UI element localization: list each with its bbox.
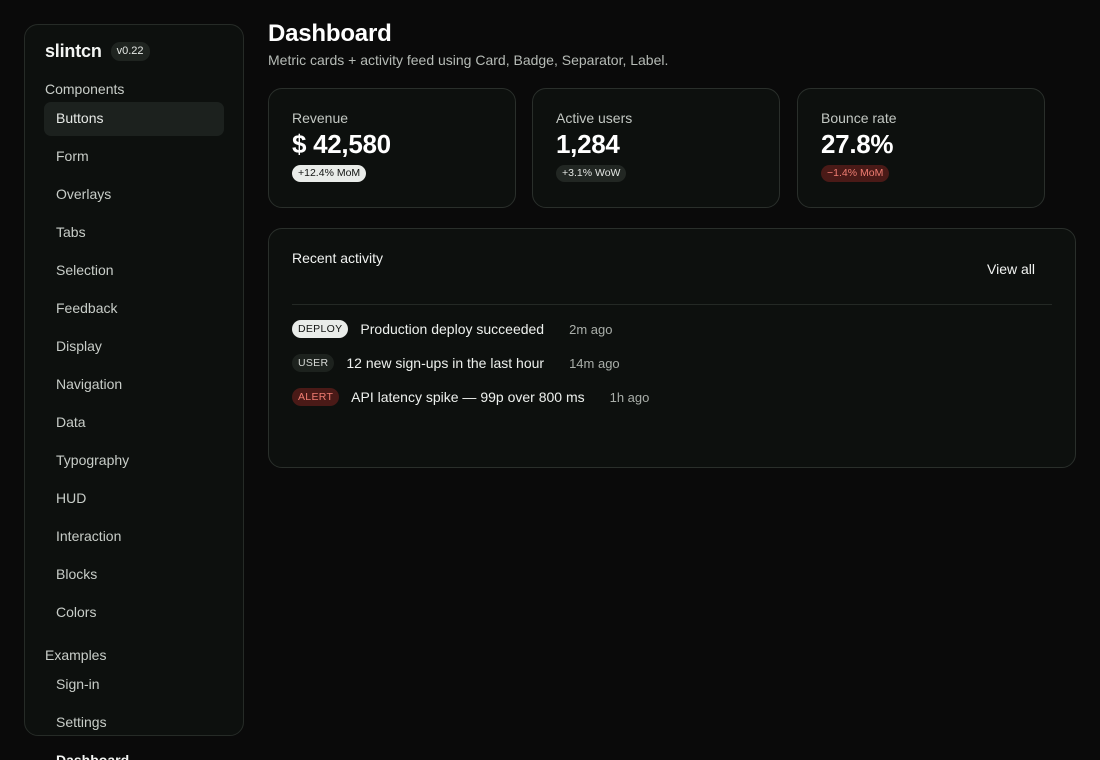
activity-tag-deploy: DEPLOY (292, 320, 349, 338)
metric-label: Bounce rate (821, 110, 897, 126)
activity-text: 12 new sign-ups in the last hour (346, 355, 545, 371)
activity-tag-user: USER (292, 354, 335, 372)
sidebar-item-blocks[interactable]: Blocks (44, 558, 224, 592)
sidebar-item-display[interactable]: Display (44, 330, 224, 364)
sidebar-item-dashboard[interactable]: Dashboard (44, 744, 224, 760)
brand-name: slintcn (45, 41, 102, 61)
sidebar-item-selection[interactable]: Selection (44, 254, 224, 288)
view-all-button[interactable]: View all (987, 261, 1035, 277)
metric-label: Revenue (292, 110, 349, 126)
sidebar-item-hud[interactable]: HUD (44, 482, 224, 516)
metric-card-bounce-rate: Bounce rate 27.8% −1.4% MoM (797, 88, 1045, 208)
version-badge: v0.22 (110, 42, 150, 61)
sidebar-item-settings[interactable]: Settings (44, 706, 224, 740)
activity-item: USER 12 new sign-ups in the last hour 14… (292, 354, 620, 372)
brand: slintcn v0.22 (45, 41, 150, 62)
metric-change-badge: +12.4% MoM (292, 165, 367, 182)
separator (292, 304, 1052, 305)
activity-text: API latency spike — 99p over 800 ms (351, 389, 585, 405)
activity-time: 2m ago (569, 321, 613, 337)
sidebar-item-form[interactable]: Form (44, 140, 224, 174)
metric-change-badge: −1.4% MoM (821, 165, 890, 182)
metric-label: Active users (556, 110, 633, 126)
metric-value: 27.8% (821, 129, 894, 159)
sidebar-item-tabs[interactable]: Tabs (44, 216, 224, 250)
activity-title: Recent activity (292, 250, 384, 266)
activity-time: 14m ago (569, 355, 620, 371)
page-subtitle: Metric cards + activity feed using Card,… (268, 52, 669, 68)
activity-item: DEPLOY Production deploy succeeded 2m ag… (292, 320, 612, 338)
metric-value: $ 42,580 (292, 129, 391, 159)
metric-card-active-users: Active users 1,284 +3.1% WoW (532, 88, 780, 208)
activity-time: 1h ago (609, 389, 650, 405)
activity-item: ALERT API latency spike — 99p over 800 m… (292, 388, 649, 406)
activity-text: Production deploy succeeded (360, 321, 545, 337)
metric-card-revenue: Revenue $ 42,580 +12.4% MoM (268, 88, 516, 208)
sidebar-item-sign-in[interactable]: Sign-in (44, 668, 224, 702)
sidebar-item-navigation[interactable]: Navigation (44, 368, 224, 402)
metric-value: 1,284 (556, 129, 620, 159)
sidebar-item-typography[interactable]: Typography (44, 444, 224, 478)
metric-change-badge: +3.1% WoW (556, 165, 627, 182)
sidebar-item-interaction[interactable]: Interaction (44, 520, 224, 554)
sidebar: slintcn v0.22 Components Buttons Form Ov… (24, 24, 244, 760)
page-title: Dashboard (268, 20, 392, 47)
sidebar-item-overlays[interactable]: Overlays (44, 178, 224, 212)
section-label-components: Components (45, 81, 125, 97)
sidebar-item-colors[interactable]: Colors (44, 596, 224, 630)
activity-card: Recent activity View all DEPLOY Producti… (268, 228, 1076, 468)
sidebar-item-buttons[interactable]: Buttons (44, 102, 224, 136)
sidebar-item-data[interactable]: Data (44, 406, 224, 440)
sidebar-item-feedback[interactable]: Feedback (44, 292, 224, 326)
section-label-examples: Examples (45, 647, 107, 663)
activity-tag-alert: ALERT (292, 388, 340, 406)
